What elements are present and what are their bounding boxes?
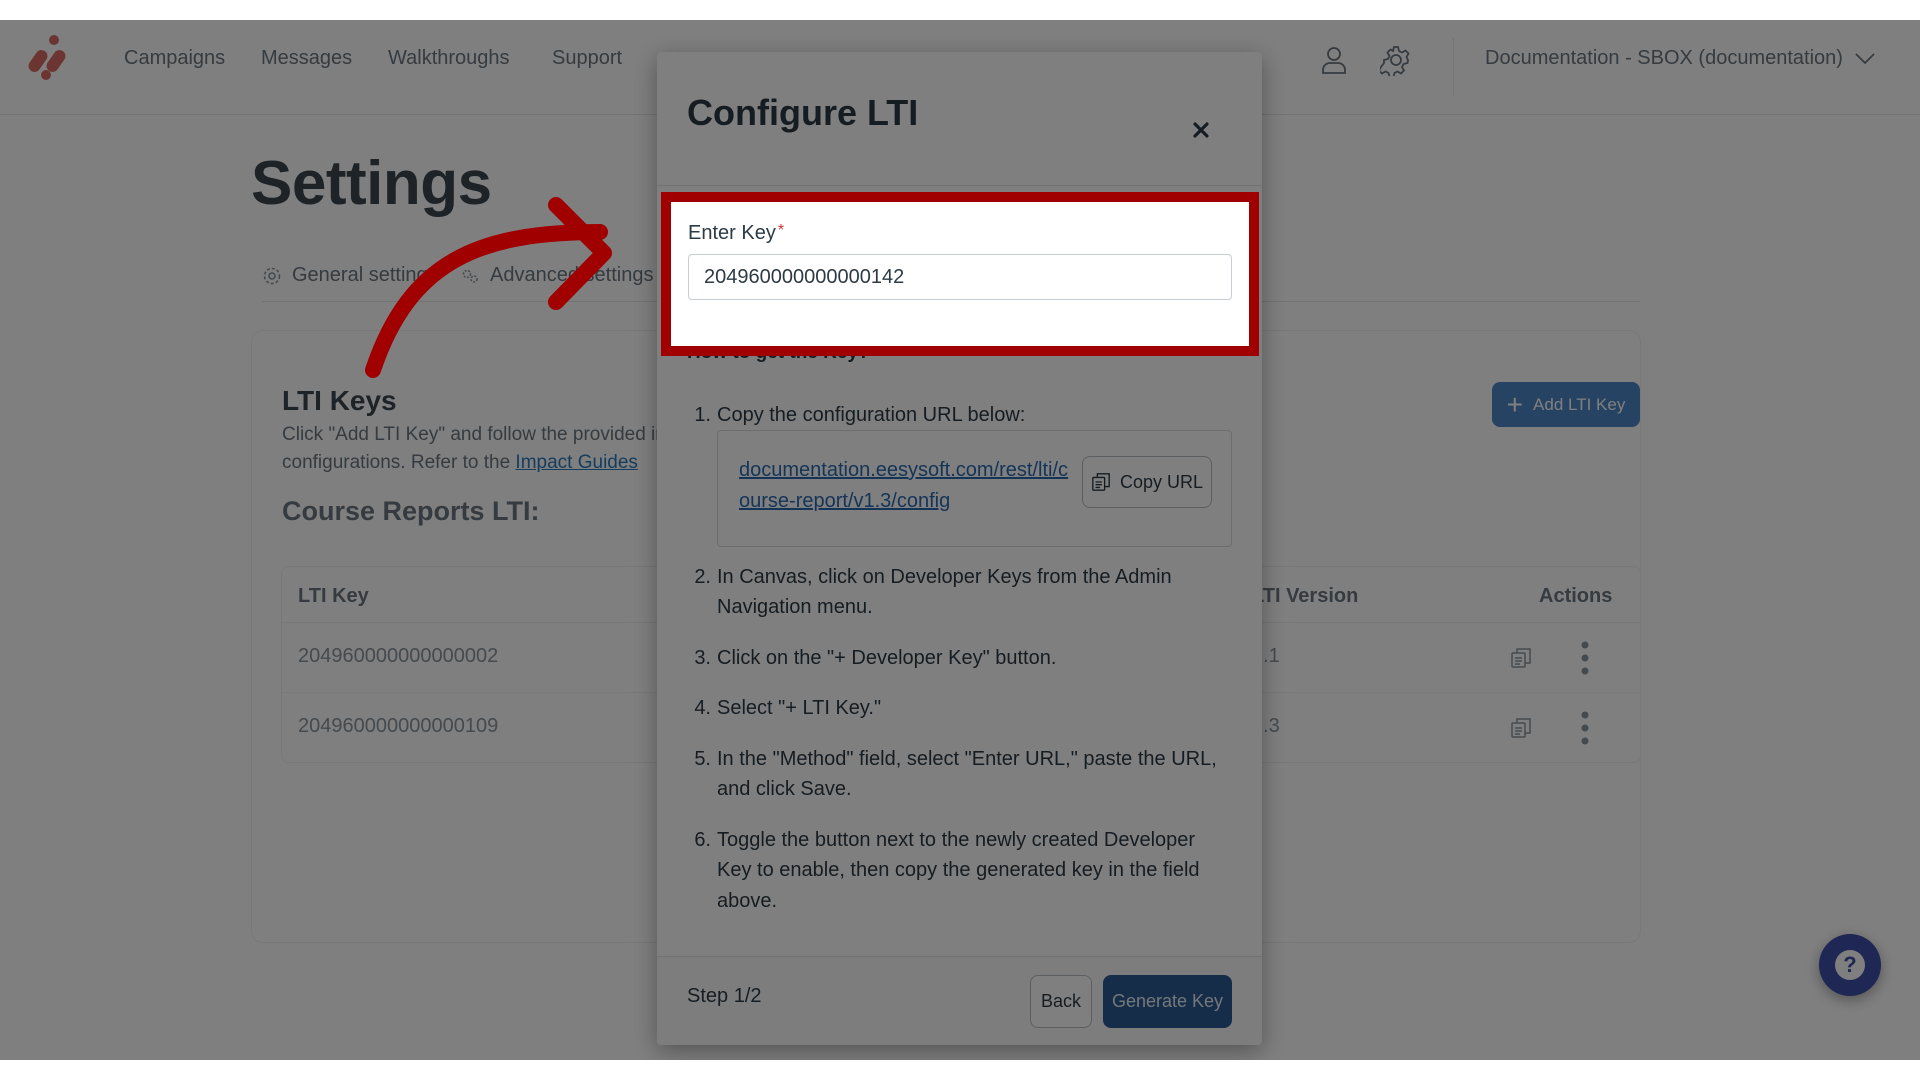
enter-key-input[interactable] (688, 254, 1232, 300)
required-asterisk: * (777, 222, 785, 239)
enter-key-label: Enter Key * (688, 222, 784, 245)
app-screen: Campaigns Messages Walkthroughs Support … (0, 20, 1920, 1060)
highlight-box: Enter Key * (661, 192, 1259, 356)
enter-key-label-text: Enter Key (688, 222, 776, 244)
tutorial-overlay (0, 20, 1920, 1060)
